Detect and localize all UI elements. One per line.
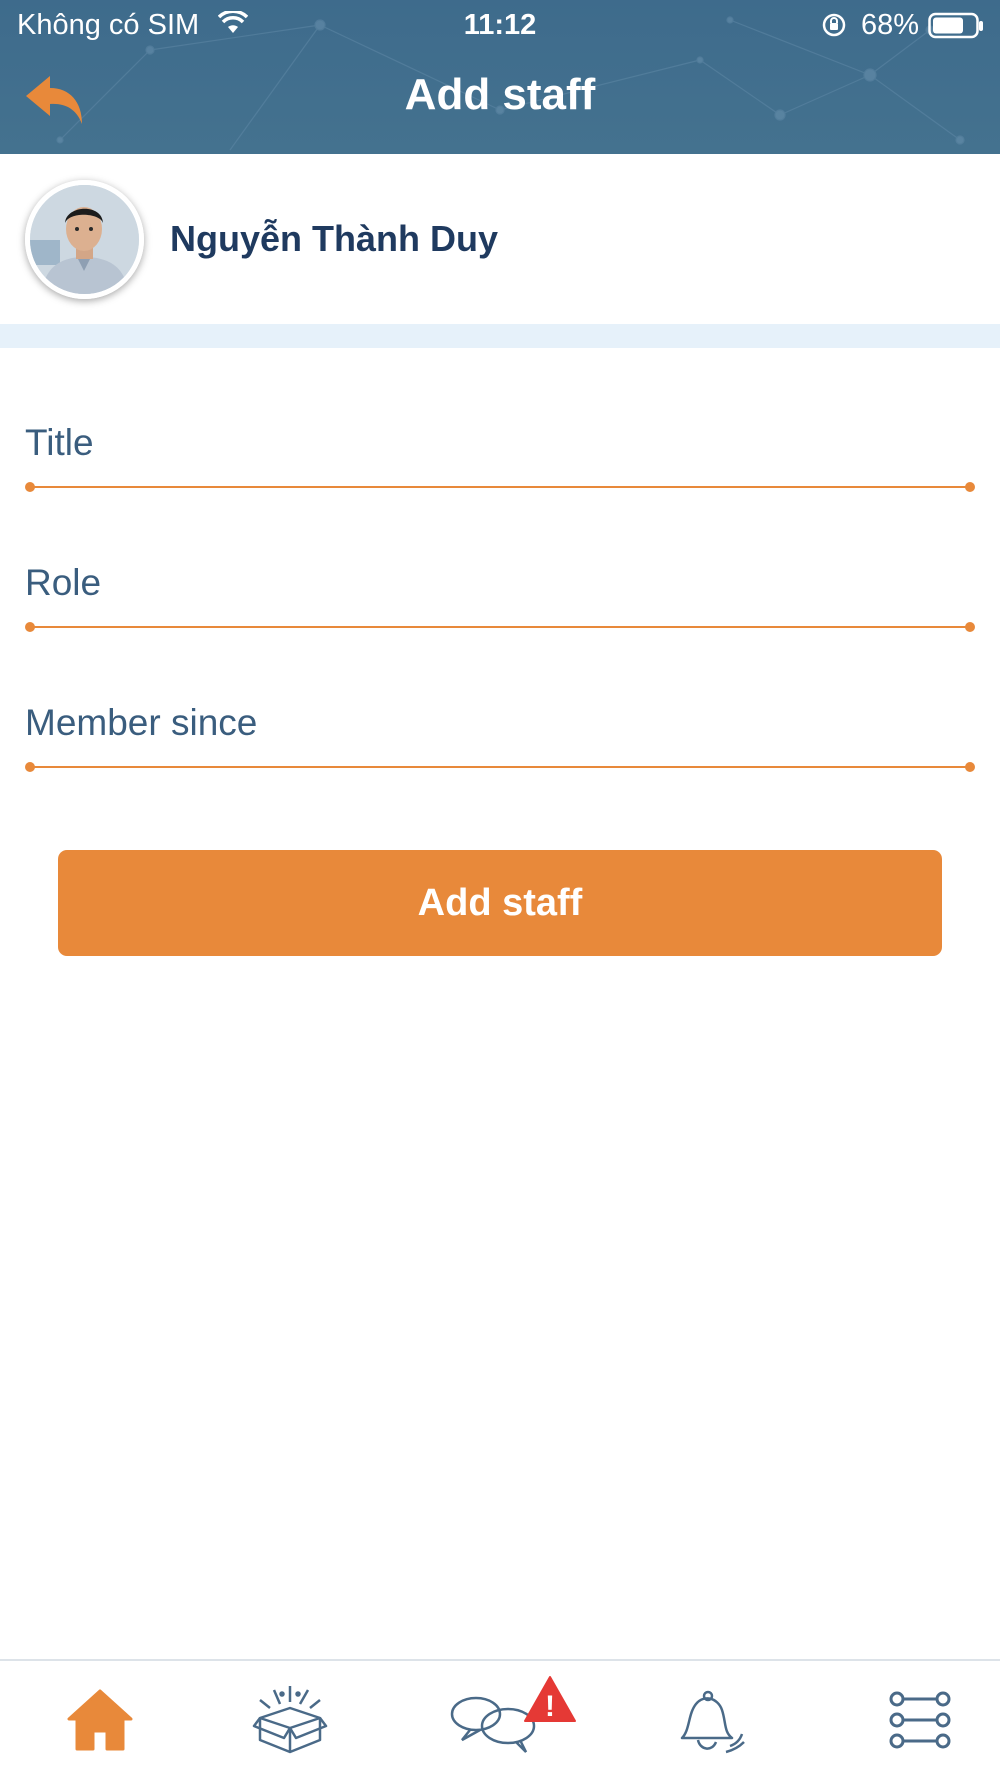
avatar [25,180,144,299]
underline-dot-left [25,482,35,492]
member-since-underline [29,766,971,768]
alert-mark: ! [545,1690,555,1723]
title-field[interactable] [25,408,975,492]
gift-box-icon [252,1685,328,1753]
role-input[interactable] [25,548,975,618]
underline-dot-left [25,762,35,772]
staff-name: Nguyễn Thành Duy [170,218,499,259]
home-icon [67,1689,133,1750]
user-photo-icon [30,185,139,294]
add-staff-button-label: Add staff [417,881,583,924]
underline-dot-right [965,482,975,492]
tab-messages[interactable]: ! [410,1661,610,1778]
settings-sliders-icon [889,1691,951,1748]
underline-dot-left [25,622,35,632]
tab-home[interactable] [0,1661,200,1778]
tab-settings[interactable] [820,1661,1000,1778]
bottom-tab-bar: ! [0,1659,1000,1778]
role-underline [29,626,971,628]
tab-gifts[interactable] [190,1661,390,1778]
title-underline [29,486,971,488]
staff-profile: Nguyễn Thành Duy [0,154,1000,324]
notification-bell-icon [680,1690,745,1753]
app-header: Không có SIM 11:12 68% Add staff [0,0,1000,154]
member-since-field[interactable] [25,688,975,772]
status-bar: Không có SIM 11:12 68% [0,0,1000,52]
battery-percentage: 68% [861,9,920,41]
clock-label: 11:12 [463,9,537,41]
page-title: Add staff [404,70,596,119]
add-staff-button[interactable]: Add staff [58,850,942,956]
tab-notifications[interactable] [608,1661,808,1778]
title-input[interactable] [25,408,975,478]
role-field[interactable] [25,548,975,632]
orientation-lock-icon [822,13,846,37]
underline-dot-right [965,762,975,772]
alert-icon: ! [524,1676,576,1723]
section-divider [0,324,1000,348]
member-since-input[interactable] [25,688,975,758]
battery-icon [928,12,983,39]
underline-dot-right [965,622,975,632]
